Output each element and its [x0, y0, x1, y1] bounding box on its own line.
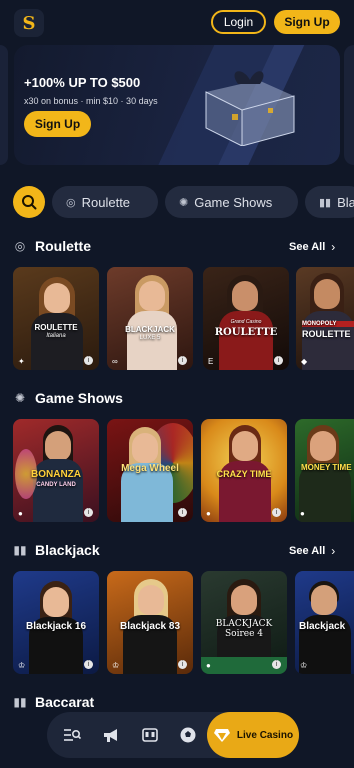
provider-logo-icon: ● [300, 509, 305, 518]
banner-signup-button[interactable]: Sign Up [24, 111, 91, 137]
info-icon[interactable]: i [84, 356, 93, 365]
game-tile-blackjack-soiree[interactable]: BLACKJACK Soiree 4 ● i [201, 571, 287, 674]
section-title-blackjack: Blackjack [35, 542, 100, 558]
tile-label: Blackjack [299, 621, 346, 632]
info-icon[interactable]: i [272, 660, 281, 669]
live-casino-button[interactable]: Live Casino [207, 712, 299, 758]
category-pill-blackjack[interactable]: ▮▮ Bla [305, 186, 354, 218]
pill-label: Bla [337, 194, 354, 210]
sports-ball-icon[interactable] [178, 725, 198, 745]
cards-icon: ▮▮ [319, 196, 332, 209]
tile-label: ROULETTE [302, 329, 351, 339]
roulette-icon: ◎ [66, 196, 76, 209]
see-all-label: See All [289, 545, 326, 557]
info-icon[interactable]: i [272, 508, 281, 517]
provider-logo-icon: ♔ [112, 661, 120, 670]
tile-label: ROULETTE [34, 323, 78, 332]
info-icon[interactable]: i [178, 356, 187, 365]
diamond-icon [213, 729, 230, 742]
chevron-right-icon: › [331, 544, 336, 558]
chevron-right-icon: › [331, 240, 336, 254]
game-tile-money-time[interactable]: MONEY TIME ● [295, 419, 354, 522]
section-title-game-shows: Game Shows [35, 390, 123, 406]
info-icon[interactable]: i [178, 660, 187, 669]
tile-sublabel: MONOPOLY [302, 321, 354, 327]
category-pill-roulette[interactable]: ◎ Roulette [52, 186, 158, 218]
provider-logo-icon: E [208, 357, 214, 366]
provider-logo-icon: ◆ [301, 357, 308, 366]
banner-prev-peek [0, 45, 8, 165]
see-all-label: See All [289, 241, 326, 253]
tile-label: BLACKJACK [125, 325, 175, 334]
tile-sublabel: CANDY LAND [36, 482, 76, 488]
game-tile-roulette-italiana[interactable]: ROULETTE Italiana ✦ i [13, 267, 99, 370]
game-tile-crazy-time[interactable]: CRAZY TIME ● i [201, 419, 287, 522]
live-casino-label: Live Casino [236, 729, 294, 741]
menu-search-icon[interactable] [62, 725, 82, 745]
signup-button[interactable]: Sign Up [274, 10, 340, 34]
info-icon[interactable]: i [84, 508, 93, 517]
cards-icon: ▮▮ [13, 543, 27, 557]
provider-logo-icon: ● [206, 509, 211, 518]
game-tile-blackjack-luxe[interactable]: BLACKJACK LUXE 5 ∞ i [107, 267, 193, 370]
banner-next-peek [344, 45, 354, 165]
search-icon [22, 195, 37, 210]
roulette-icon: ◎ [14, 239, 26, 253]
tile-label: BLACKJACK Soiree 4 [215, 619, 273, 639]
provider-logo-icon: ♔ [18, 661, 26, 670]
game-tile-bonanza-candyland[interactable]: BONANZA CANDY LAND ● i [13, 419, 99, 522]
provider-logo-icon: ∞ [112, 357, 118, 366]
info-icon[interactable]: i [178, 508, 187, 517]
pill-label: Game Shows [194, 194, 273, 210]
gameshow-icon: ✺ [179, 196, 189, 209]
info-icon[interactable]: i [274, 356, 283, 365]
category-pill-game-shows[interactable]: ✺ Game Shows [165, 186, 298, 218]
game-tile-blackjack-4[interactable]: Blackjack ♔ [295, 571, 354, 674]
tile-label: BONANZA [31, 469, 81, 480]
logo-letter: S [22, 12, 36, 34]
banner-subtitle: x30 on bonus · min $10 · 30 days [24, 96, 158, 106]
category-search-button[interactable] [13, 186, 45, 218]
game-tile-grand-casino-roulette[interactable]: Grand Casino ROULETTE E i [203, 267, 289, 370]
tile-label: CRAZY TIME [216, 469, 272, 479]
login-button[interactable]: Login [211, 10, 266, 34]
section-title-roulette: Roulette [35, 238, 91, 254]
tile-sublabel: LUXE 5 [139, 335, 161, 341]
provider-logo-icon: ♔ [300, 661, 308, 670]
see-all-blackjack[interactable]: See All › [289, 544, 335, 558]
info-icon[interactable]: i [84, 660, 93, 669]
cards-icon: ▮▮ [13, 695, 27, 709]
game-tile-blackjack-83[interactable]: Blackjack 83 ♔ i [107, 571, 193, 674]
tile-sublabel: Italiana [46, 333, 66, 339]
provider-logo-icon: ✦ [18, 357, 25, 366]
banner-title: +100% UP TO $500 [24, 75, 141, 90]
megaphone-icon[interactable] [101, 725, 121, 745]
tile-label: MONEY TIME [301, 463, 352, 472]
gameshow-icon: ✺ [14, 391, 26, 405]
pill-label: Roulette [81, 194, 131, 210]
tile-sublabel: Grand Casino [230, 319, 262, 325]
tile-label: Blackjack 83 [119, 621, 181, 632]
game-tile-blackjack-16[interactable]: Blackjack 16 ♔ i [13, 571, 99, 674]
tile-label: Blackjack 16 [25, 621, 87, 632]
tile-label: ROULETTE [214, 327, 278, 338]
slot-machine-icon[interactable] [140, 725, 160, 745]
game-tile-monopoly-roulette[interactable]: MONOPOLY ROULETTE ◆ [296, 267, 354, 370]
provider-logo-icon: ● [18, 509, 23, 518]
gift-box-image [205, 71, 295, 146]
game-tile-mega-wheel[interactable]: Mega Wheel i [107, 419, 193, 522]
see-all-roulette[interactable]: See All › [289, 240, 335, 254]
provider-logo-icon: ● [206, 661, 211, 670]
site-logo[interactable]: S [14, 9, 44, 37]
tile-label: Mega Wheel [121, 463, 179, 474]
